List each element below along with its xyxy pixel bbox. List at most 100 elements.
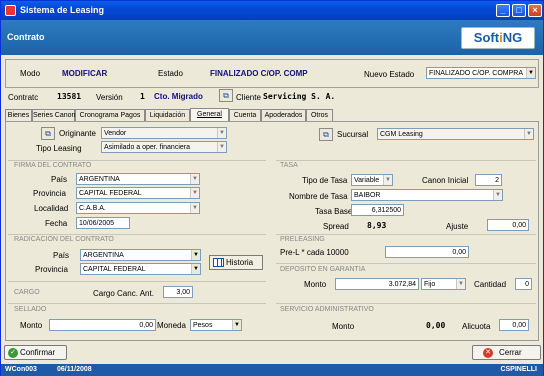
cerrar-button[interactable]: ✕ Cerrar	[472, 345, 541, 360]
radicacion-pais-value: ARGENTINA	[83, 252, 124, 259]
tab-general[interactable]: General	[190, 108, 229, 122]
tasa-group-divider	[276, 160, 536, 161]
modo-value: MODIFICAR	[62, 69, 108, 78]
chevron-down-icon[interactable]: ▼	[493, 190, 502, 200]
ajuste-input[interactable]: 0,00	[487, 219, 529, 231]
chevron-down-icon[interactable]: ▼	[383, 175, 392, 185]
deposito-title: DEPOSITO EN GARANTIA	[280, 266, 366, 273]
preleasing-group-divider	[276, 234, 536, 235]
tab-apoderados[interactable]: Apoderados	[261, 109, 306, 121]
chevron-down-icon[interactable]: ▼	[191, 264, 200, 274]
chevron-down-icon[interactable]: ▼	[524, 129, 533, 139]
firma-localidad-select[interactable]: C.A.B.A. ▼	[76, 202, 200, 214]
spread-value: 8,93	[367, 221, 387, 230]
chevron-down-icon[interactable]: ▼	[190, 188, 199, 198]
alicuota-input[interactable]: 0,00	[499, 319, 529, 331]
form-title: Contrato	[7, 32, 45, 42]
cliente-label: Cliente	[236, 93, 261, 102]
deposito-monto-label: Monto	[304, 280, 327, 289]
tasa-tipo-select[interactable]: Variable ▼	[351, 174, 393, 186]
confirmar-label: Confirmar	[20, 348, 56, 357]
preleasing-title: PRELEASING	[280, 236, 325, 243]
sellado-moneda-label: Moneda	[157, 321, 186, 330]
tasa-tipo-value: Variable	[354, 177, 380, 184]
tab-otros[interactable]: Otros	[306, 109, 333, 121]
tab-cronograma-pagos[interactable]: Cronograma Pagos	[75, 109, 145, 121]
chevron-down-icon[interactable]: ▼	[232, 320, 241, 330]
radicacion-provincia-label: Provincia	[35, 265, 68, 274]
firma-pais-select[interactable]: ARGENTINA ▼	[76, 173, 200, 185]
radicacion-provincia-select[interactable]: CAPITAL FEDERAL ▼	[80, 263, 201, 275]
status-user-code: WCon003	[5, 366, 37, 373]
originante-select[interactable]: Vendor ▼	[101, 127, 227, 139]
modo-label: Modo	[20, 69, 41, 78]
close-window-button[interactable]: ×	[528, 4, 542, 17]
check-icon: ✓	[8, 348, 18, 358]
title-bar[interactable]: Sistema de Leasing _ □ ×	[1, 1, 543, 20]
radicacion-pais-select[interactable]: ARGENTINA ▼	[80, 249, 201, 261]
preleasing-label: Pre-L * cada 10000	[280, 248, 349, 257]
contrato-value: 13581	[57, 92, 82, 101]
deposito-tipo-select[interactable]: Fijo ▼	[421, 278, 466, 290]
maximize-button[interactable]: □	[512, 4, 526, 17]
tab-liquidacion[interactable]: Liquidación	[145, 109, 190, 121]
historia-button[interactable]: Historia	[209, 255, 263, 270]
nuevo-estado-select[interactable]: FINALIZADO C/OP. COMPRA ▼	[426, 67, 536, 79]
tab-series-canon[interactable]: Series Canon	[32, 109, 75, 121]
chevron-down-icon[interactable]: ▼	[191, 250, 200, 260]
spread-label: Spread	[323, 222, 349, 231]
client-lookup-icon[interactable]: ⧉	[219, 89, 233, 102]
app-window: Sistema de Leasing _ □ × Contrato SoftiN…	[0, 0, 544, 376]
chevron-down-icon[interactable]: ▼	[217, 142, 226, 152]
tasa-title: TASA	[280, 162, 298, 169]
chevron-down-icon[interactable]: ▼	[190, 174, 199, 184]
nombre-tasa-select[interactable]: BAIBOR ▼	[351, 189, 503, 201]
nuevo-estado-label: Nuevo Estado	[364, 70, 415, 79]
softing-logo: SoftiNG	[461, 27, 535, 49]
preleasing-input[interactable]: 0,00	[385, 246, 469, 258]
tab-bienes[interactable]: Bienes	[5, 109, 32, 121]
tasa-base-input[interactable]: 6,312500	[351, 204, 404, 216]
firma-fecha-label: Fecha	[45, 219, 68, 228]
cargo-input[interactable]: 3,00	[163, 286, 193, 298]
canon-inicial-label: Canon Inicial	[422, 176, 469, 185]
sucursal-select[interactable]: CGM Leasing ▼	[377, 128, 534, 140]
sellado-monto-input[interactable]: 0,00	[49, 319, 156, 331]
confirmar-button[interactable]: ✓ Confirmar	[4, 345, 67, 360]
canon-inicial-input[interactable]: 2	[475, 174, 502, 186]
tab-cuenta[interactable]: Cuenta	[229, 109, 261, 121]
firma-localidad-label: Localidad	[34, 204, 69, 213]
sellado-moneda-select[interactable]: Pesos ▼	[190, 319, 242, 331]
sucursal-label: Sucursal	[337, 130, 369, 139]
chevron-down-icon[interactable]: ▼	[456, 279, 465, 289]
chevron-down-icon[interactable]: ▼	[190, 203, 199, 213]
cantidad-input[interactable]: 0	[515, 278, 532, 290]
version-value: 1	[140, 92, 145, 101]
close-icon: ✕	[483, 348, 493, 358]
sellado-title: SELLADO	[14, 306, 47, 313]
historia-label: Historia	[226, 258, 254, 267]
sellado-monto-label: Monto	[20, 321, 43, 330]
deposito-group-divider	[276, 263, 536, 264]
radicacion-group-divider	[8, 234, 266, 235]
nuevo-estado-value: FINALIZADO C/OP. COMPRA	[429, 70, 523, 77]
originante-lookup-icon[interactable]: ⧉	[41, 127, 55, 140]
minimize-button[interactable]: _	[496, 4, 510, 17]
firma-fecha-input[interactable]: 10/06/2005	[76, 217, 130, 229]
firma-provincia-select[interactable]: CAPITAL FEDERAL ▼	[76, 187, 200, 199]
cto-migrado-value: Cto. Migrado	[154, 92, 203, 101]
chevron-down-icon[interactable]: ▼	[217, 128, 226, 138]
estado-label: Estado	[158, 69, 183, 78]
sucursal-lookup-icon[interactable]: ⧉	[319, 128, 333, 141]
status-user: CSPINELLI	[500, 366, 537, 373]
deposito-monto-input[interactable]: 3.072,84	[335, 278, 419, 290]
chevron-down-icon[interactable]: ▼	[526, 68, 535, 78]
status-bar: WCon003 06/11/2008 CSPINELLI	[1, 364, 543, 376]
logo-text-end: NG	[502, 30, 523, 45]
originante-value: Vendor	[104, 130, 127, 137]
tipo-leasing-select[interactable]: Asimilado a oper. financiera ▼	[101, 141, 227, 153]
estado-value: FINALIZADO C/OP. COMP	[210, 69, 308, 78]
firma-pais-label: País	[51, 175, 68, 184]
cantidad-label: Cantidad	[474, 280, 507, 289]
tipo-leasing-value: Asimilado a oper. financiera	[104, 144, 190, 151]
